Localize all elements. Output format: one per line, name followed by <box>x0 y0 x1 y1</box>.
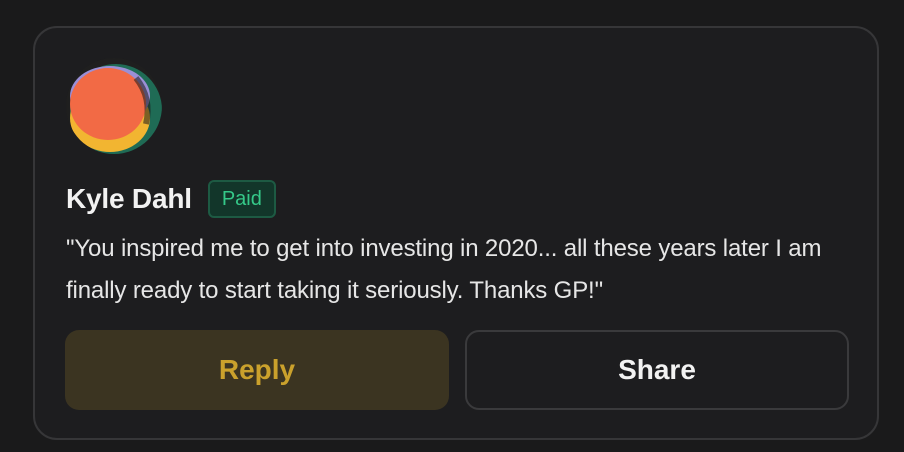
author-name[interactable]: Kyle Dahl <box>66 183 192 215</box>
comment-card: Kyle Dahl Paid "You inspired me to get i… <box>33 26 879 440</box>
abstract-avatar-icon <box>66 58 162 154</box>
share-button[interactable]: Share <box>465 330 849 410</box>
author-row: Kyle Dahl Paid <box>66 178 276 220</box>
reply-button[interactable]: Reply <box>65 330 449 410</box>
comment-text: "You inspired me to get into investing i… <box>66 235 822 304</box>
paid-badge: Paid <box>207 180 276 218</box>
avatar[interactable] <box>66 58 162 154</box>
